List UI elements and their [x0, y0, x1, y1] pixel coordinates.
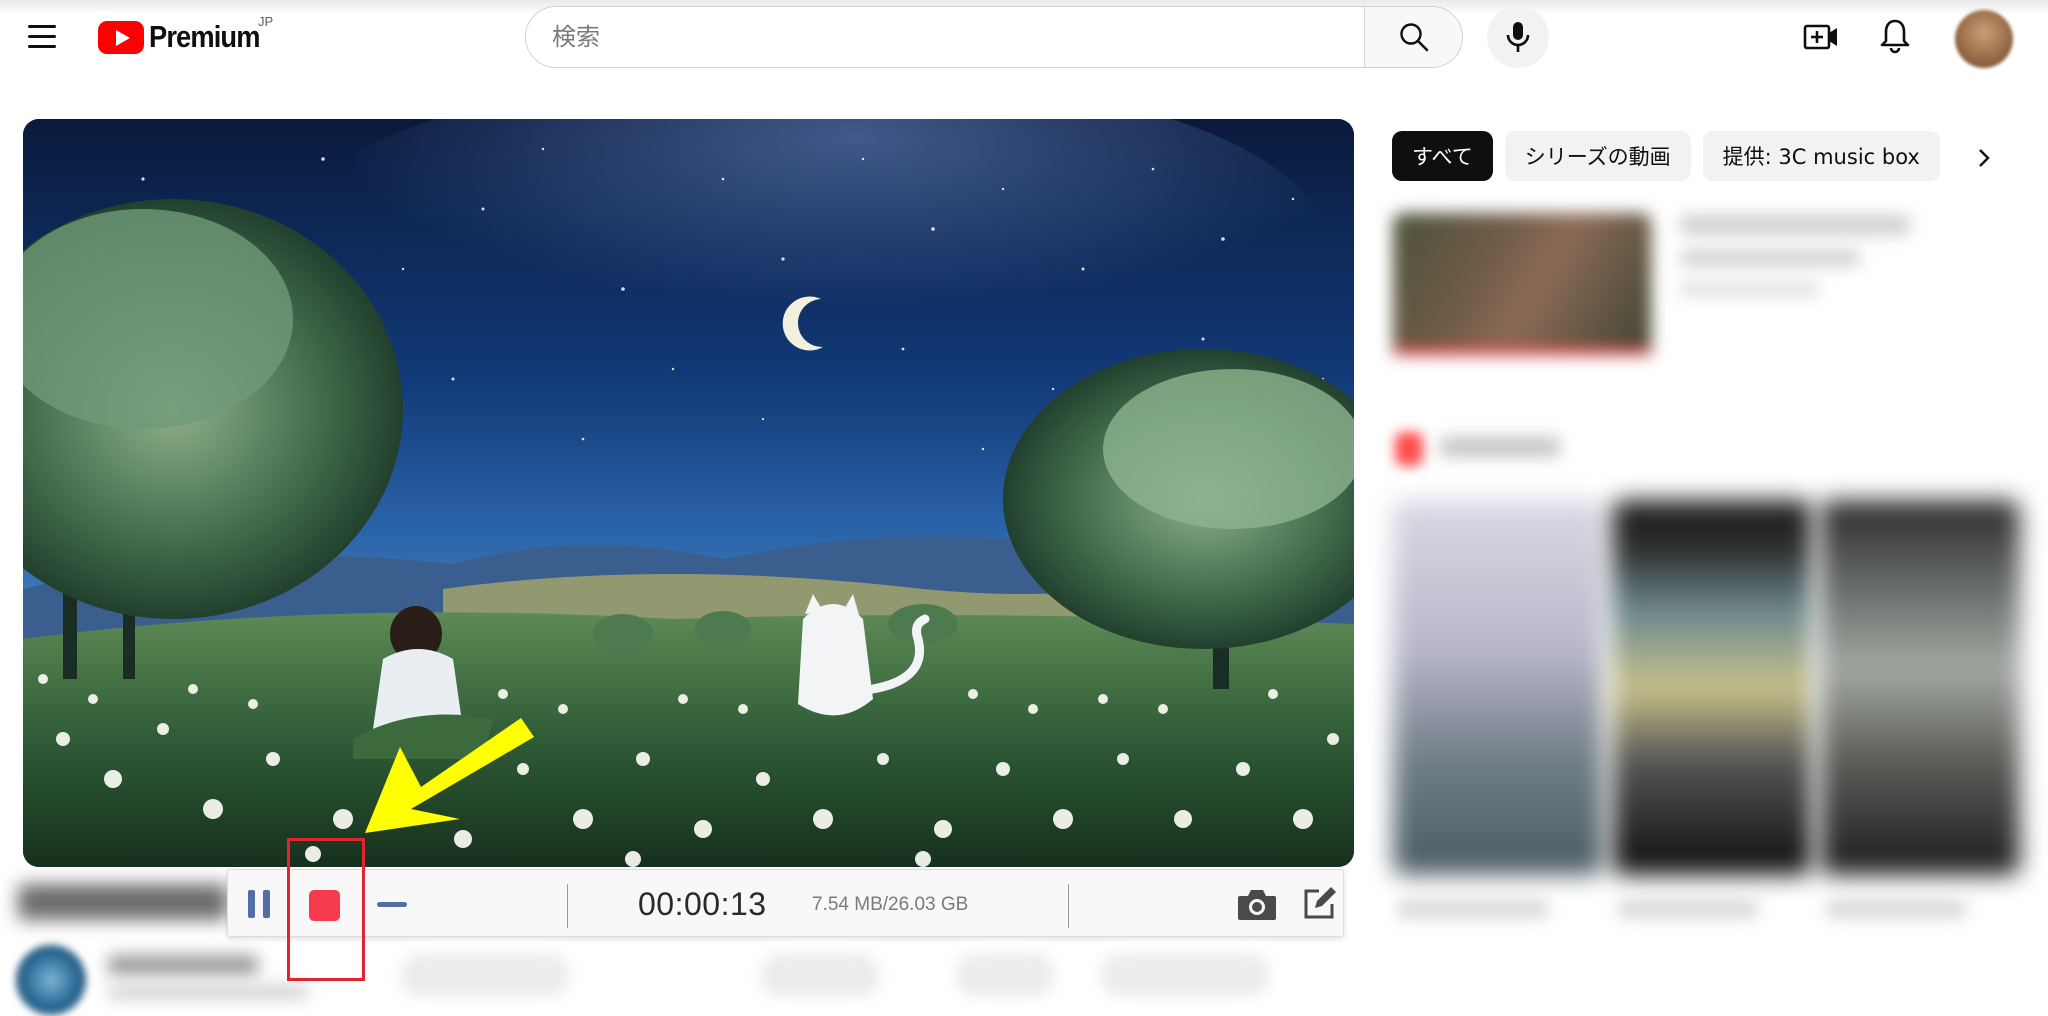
video-player[interactable]	[23, 119, 1354, 867]
recording-timer: 00:00:13	[638, 886, 767, 922]
short-title	[1826, 900, 1966, 918]
chevron-right-icon	[1979, 149, 1990, 167]
search-button[interactable]	[1364, 7, 1462, 67]
region-code: JP	[258, 14, 274, 29]
mic-icon	[1506, 22, 1530, 52]
short-thumbnail[interactable]	[1393, 500, 1603, 875]
shorts-icon	[1395, 432, 1423, 466]
short-title	[1398, 900, 1548, 918]
create-button[interactable]	[1800, 16, 1842, 58]
subscribe-button[interactable]	[400, 953, 570, 997]
edit-icon	[1304, 887, 1336, 919]
search-input[interactable]	[526, 7, 1364, 67]
pause-icon	[248, 890, 255, 918]
create-video-icon	[1803, 24, 1837, 50]
search-icon	[1399, 23, 1428, 52]
download-button[interactable]	[1100, 953, 1270, 997]
highlight-box	[287, 838, 365, 981]
minimize-button[interactable]	[375, 898, 409, 912]
filter-chips: すべて シリーズの動画 提供: 3C music box	[1392, 131, 1940, 181]
notifications-button[interactable]	[1874, 14, 1916, 58]
channel-subscribers	[108, 985, 308, 999]
short-thumbnail[interactable]	[1612, 500, 1812, 875]
chip-provided-by[interactable]: 提供: 3C music box	[1702, 131, 1940, 181]
recommended-video-meta	[1680, 282, 1820, 296]
camera-icon	[1238, 890, 1276, 920]
toolbar-divider	[1068, 884, 1069, 928]
pause-recording-button[interactable]	[242, 886, 276, 922]
short-title	[1618, 900, 1758, 918]
recommended-video-title-line2	[1680, 250, 1860, 266]
logo-text: Premium	[149, 19, 260, 54]
video-frame	[23, 119, 1354, 867]
chips-next-button[interactable]	[1962, 136, 2006, 180]
screenshot-button[interactable]	[1236, 886, 1278, 922]
search-box	[525, 6, 1463, 68]
shorts-section-title	[1440, 437, 1560, 457]
screen-recorder-toolbar: 00:00:13 7.54 MB/26.03 GB	[227, 869, 1344, 937]
bell-icon	[1880, 19, 1910, 54]
avatar[interactable]	[1955, 10, 2013, 68]
annotate-button[interactable]	[1301, 886, 1337, 922]
recommended-video-thumbnail[interactable]	[1393, 213, 1651, 355]
channel-name[interactable]	[108, 955, 258, 975]
top-bar: Premium JP	[0, 0, 2048, 76]
video-title	[18, 884, 228, 920]
voice-search-button[interactable]	[1487, 6, 1549, 68]
chip-all[interactable]: すべて	[1392, 131, 1493, 181]
channel-avatar[interactable]	[16, 945, 86, 1015]
youtube-premium-logo[interactable]: Premium	[98, 19, 275, 55]
share-button[interactable]	[955, 953, 1055, 997]
short-thumbnail[interactable]	[1820, 500, 2020, 875]
toolbar-divider	[567, 884, 568, 928]
recording-file-size: 7.54 MB/26.03 GB	[812, 894, 969, 915]
chip-series[interactable]: シリーズの動画	[1504, 131, 1691, 181]
menu-icon[interactable]	[22, 20, 62, 54]
recommended-video-title[interactable]	[1680, 215, 1910, 235]
like-button[interactable]	[760, 953, 880, 997]
youtube-logo-icon	[98, 20, 144, 54]
